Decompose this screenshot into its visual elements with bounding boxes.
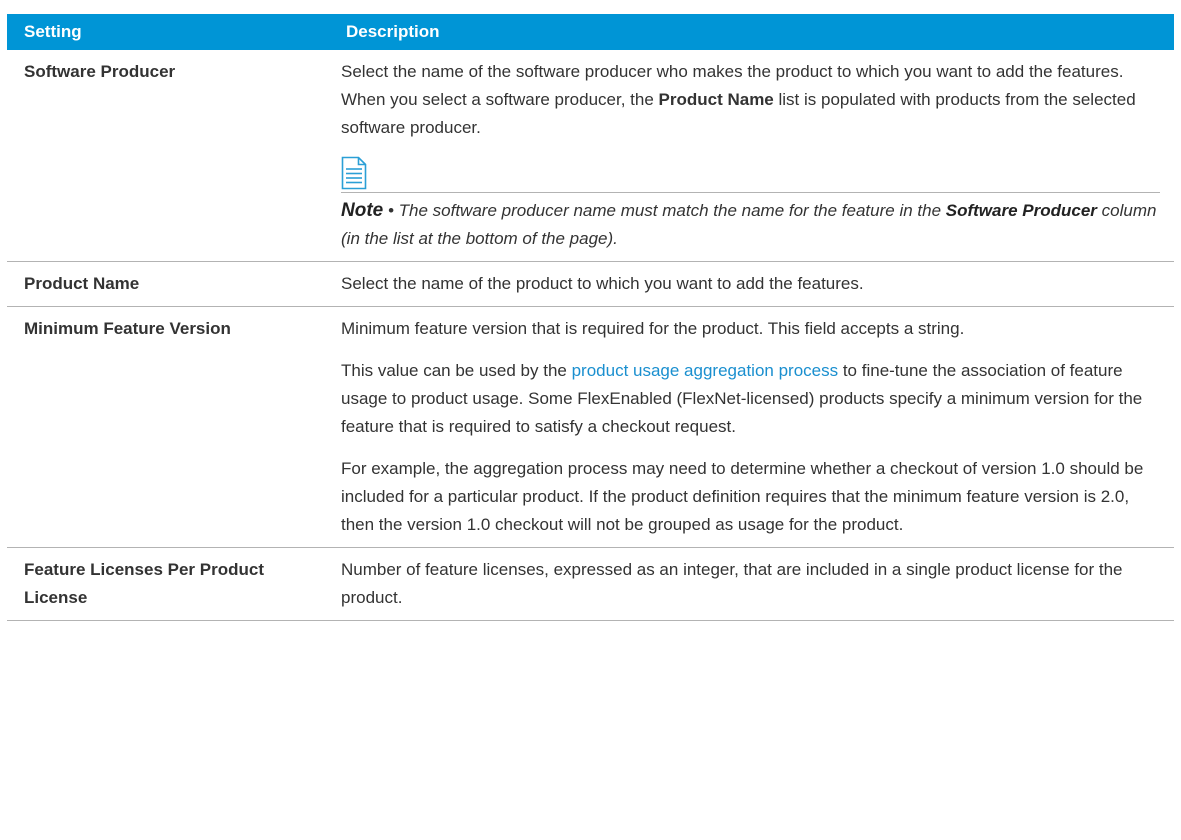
- setting-name-software-producer: Software Producer: [7, 50, 329, 262]
- settings-table: Setting Description Software Producer Se…: [7, 14, 1174, 621]
- product-usage-aggregation-link[interactable]: product usage aggregation process: [572, 361, 839, 380]
- setting-description: Select the name of the product to which …: [329, 261, 1174, 307]
- table-row: Minimum Feature Version Minimum feature …: [7, 306, 1174, 548]
- setting-name-feature-licenses-per-product-license: Feature Licenses Per Product License: [7, 547, 329, 621]
- setting-description: Number of feature licenses, expressed as…: [329, 547, 1174, 621]
- setting-name-minimum-feature-version: Minimum Feature Version: [7, 306, 329, 548]
- setting-description: Select the name of the software producer…: [329, 50, 1174, 262]
- note-block: Note • The software producer name must m…: [341, 156, 1160, 253]
- setting-description: Minimum feature version that is required…: [329, 306, 1174, 548]
- note-bold-text: Software Producer: [945, 201, 1097, 220]
- description-paragraph: Number of feature licenses, expressed as…: [341, 560, 1123, 607]
- setting-name-product-name: Product Name: [7, 261, 329, 307]
- description-paragraph: Minimum feature version that is required…: [341, 319, 965, 338]
- description-paragraph: For example, the aggregation process may…: [341, 459, 1144, 534]
- note-separator: •: [383, 201, 399, 220]
- description-bold-text: Product Name: [658, 90, 774, 109]
- description-paragraph: This value can be used by the product us…: [341, 357, 1160, 441]
- description-paragraph: Select the name of the product to which …: [341, 274, 864, 293]
- note-text-part: The software producer name must match th…: [398, 201, 946, 220]
- note-text: Note • The software producer name must m…: [341, 197, 1160, 253]
- description-paragraph: Select the name of the software producer…: [341, 58, 1160, 142]
- table-header-row: Setting Description: [7, 14, 1174, 50]
- column-header-description: Description: [329, 14, 1174, 50]
- table-row: Software Producer Select the name of the…: [7, 50, 1174, 262]
- note-document-icon: [341, 156, 367, 190]
- column-header-setting: Setting: [7, 14, 329, 50]
- note-divider: [341, 192, 1160, 193]
- table-row: Feature Licenses Per Product License Num…: [7, 547, 1174, 621]
- description-text: This value can be used by the: [341, 361, 572, 380]
- table-row: Product Name Select the name of the prod…: [7, 261, 1174, 307]
- note-label: Note: [341, 200, 384, 221]
